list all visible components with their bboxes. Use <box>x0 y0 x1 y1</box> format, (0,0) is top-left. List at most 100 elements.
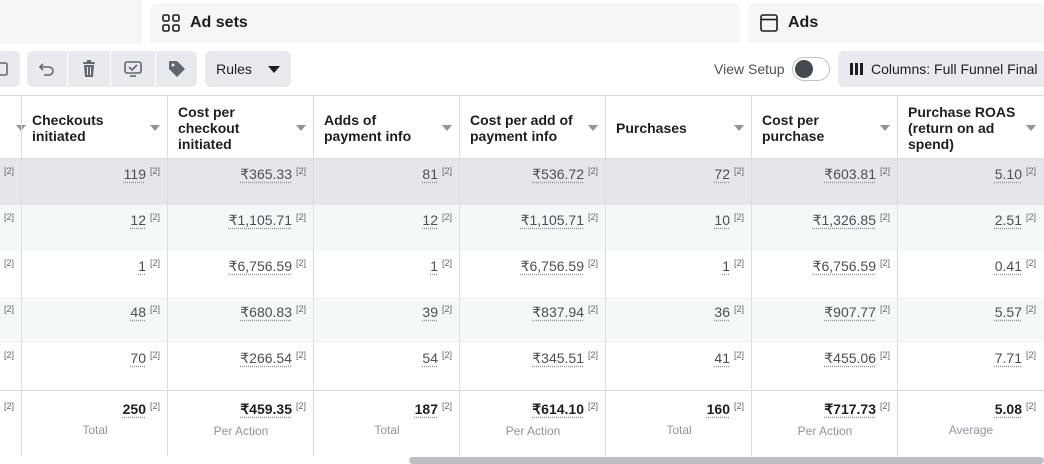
tab-campaigns[interactable] <box>0 0 142 44</box>
total-value[interactable]: 187 <box>415 401 438 417</box>
header-purchases[interactable]: Purchases <box>605 96 752 159</box>
cell-value[interactable]: ₹365.33 <box>240 166 292 182</box>
table-row[interactable]: [2] 1 [2] ₹6,756.59 [2] 1 [2] ₹6,756.59 [2] 1 [2] ₹… <box>0 251 1044 297</box>
table-row[interactable]: [2] 48 [2] ₹680.83 [2] 39 [2] ₹837.94 [2] 36 [2] ₹9… <box>0 297 1044 343</box>
cell-value[interactable]: 5.57 <box>995 304 1022 320</box>
cell-cost-checkout: ₹680.83 [2] <box>167 297 314 343</box>
cell-value[interactable]: 36 <box>714 304 730 320</box>
footnote: [2] <box>441 304 452 314</box>
cell-value[interactable]: ₹1,326.85 <box>813 212 876 228</box>
total-value[interactable]: 160 <box>707 401 730 417</box>
footnote: [2] <box>879 166 890 176</box>
cell-value[interactable]: ₹1,105.71 <box>229 212 292 228</box>
total-value[interactable]: ₹459.35 <box>240 401 292 417</box>
footnote: [2] <box>441 350 452 360</box>
cell-value[interactable]: 54 <box>422 350 438 366</box>
delete-button[interactable] <box>68 51 110 87</box>
ab-test-button[interactable] <box>111 51 155 87</box>
cell-value[interactable]: 39 <box>422 304 438 320</box>
trash-icon <box>83 60 95 77</box>
cell-value[interactable]: 12 <box>422 212 438 228</box>
cell-value[interactable]: 1 <box>138 258 146 274</box>
undo-button[interactable] <box>27 51 67 87</box>
cell-value[interactable]: 12 <box>130 212 146 228</box>
horizontal-scrollbar[interactable] <box>409 457 1044 464</box>
footnote: [2] <box>295 350 306 360</box>
cell-value[interactable]: 81 <box>422 166 438 182</box>
cell-adds-payment: 81 [2] <box>313 159 460 205</box>
footnote: [2] <box>1025 304 1036 314</box>
cell-cost-add-payment: ₹536.72 [2] <box>459 159 606 205</box>
cell-value[interactable]: 72 <box>714 166 730 182</box>
table-row[interactable]: [2] 119 [2] ₹365.33 [2] 81 [2] ₹536.72 [2] 72 [2] ₹… <box>0 159 1044 205</box>
cell-value[interactable]: 1 <box>430 258 438 274</box>
table-row[interactable]: [2] 12 [2] ₹1,105.71 [2] 12 [2] ₹1,105.71 [2] 10[… <box>0 205 1044 251</box>
cell-purchases: 36 [2] <box>605 297 752 343</box>
cell-roas: 5.10 [2] <box>897 159 1044 205</box>
header-cost-checkout[interactable]: Cost per checkout initiated <box>167 96 314 159</box>
cell-value[interactable]: 1 <box>722 258 730 274</box>
toggle-knob <box>795 60 813 78</box>
total-value[interactable]: 5.08 <box>995 401 1022 417</box>
header-cost-purchase[interactable]: Cost per purchase <box>751 96 898 159</box>
table-row[interactable]: [2] 70 [2] ₹266.54 [2] 54 [2] ₹345.51 [2] 41 [2] ₹4… <box>0 343 1044 389</box>
footnote: [2] <box>733 258 744 268</box>
cell-value[interactable]: ₹345.51 <box>532 350 584 366</box>
cell-value[interactable]: ₹536.72 <box>532 166 584 182</box>
cell-value[interactable]: 0.41 <box>995 258 1022 274</box>
cell-value[interactable]: 2.51 <box>995 212 1022 228</box>
total-cost-purchase: ₹717.73 [2] Per Action <box>751 391 898 456</box>
rules-label: Rules <box>216 61 252 77</box>
header-label: Checkouts initiated <box>32 111 104 144</box>
header-roas[interactable]: Purchase ROAS (return on ad spend) <box>897 96 1044 159</box>
cell-value[interactable]: ₹6,756.59 <box>813 258 876 274</box>
cell-value[interactable]: ₹6,756.59 <box>521 258 584 274</box>
cell-cost-purchase: ₹1,326.85 [2] <box>751 205 898 251</box>
cell-purchases: 1 [2] <box>605 251 752 297</box>
cell-value[interactable]: 10 <box>714 212 730 228</box>
total-value[interactable]: ₹717.73 <box>824 401 876 417</box>
duplicate-button[interactable] <box>0 51 20 87</box>
cell-value[interactable]: 7.71 <box>995 350 1022 366</box>
cell-cost-add-payment: ₹1,105.71 [2] <box>459 205 606 251</box>
header-label: Purchases <box>616 119 687 136</box>
total-value[interactable]: ₹614.10 <box>532 401 584 417</box>
tag-button[interactable] <box>156 51 197 87</box>
cell-value[interactable]: 119 <box>124 166 146 182</box>
tag-icon <box>168 61 185 77</box>
view-setup-toggle[interactable] <box>792 57 830 81</box>
cell-value[interactable]: ₹837.94 <box>532 304 584 320</box>
total-cost-checkout: ₹459.35 [2] Per Action <box>167 391 314 456</box>
cell-value[interactable]: ₹603.81 <box>824 166 876 182</box>
cell-value[interactable]: 48 <box>130 304 146 320</box>
footnote: [2] <box>733 212 744 222</box>
total-value[interactable]: 250 <box>123 401 146 417</box>
footnote: [2] <box>295 401 306 411</box>
cell-value[interactable]: ₹1,105.71 <box>521 212 584 228</box>
header-cost-add-payment[interactable]: Cost per add of payment info <box>459 96 606 159</box>
columns-dropdown[interactable]: Columns: Full Funnel Final <box>838 51 1044 87</box>
total-label: Per Action <box>213 424 269 438</box>
tab-ad-sets[interactable]: Ad sets <box>150 3 740 43</box>
cell-value[interactable]: ₹6,756.59 <box>229 258 292 274</box>
cell-value[interactable]: 70 <box>130 350 146 366</box>
header-checkouts[interactable]: Checkouts initiated <box>21 96 168 159</box>
cell-value[interactable]: ₹907.77 <box>824 304 876 320</box>
rules-dropdown[interactable]: Rules <box>205 51 291 87</box>
total-label: Per Action <box>797 424 853 438</box>
tab-ads[interactable]: Ads <box>748 3 1044 43</box>
cell-value[interactable]: 5.10 <box>995 166 1022 182</box>
footnote: [2] <box>295 258 306 268</box>
footnote: [2] <box>879 401 890 411</box>
cell-adds-payment: 39 [2] <box>313 297 460 343</box>
total-label: Total <box>374 423 400 437</box>
cell-value[interactable]: ₹680.83 <box>240 304 292 320</box>
level-tabs: Ad sets Ads <box>0 0 1044 44</box>
cell-value[interactable]: ₹266.54 <box>240 350 292 366</box>
header-adds-payment[interactable]: Adds of payment info <box>313 96 460 159</box>
cell-value[interactable]: ₹455.06 <box>824 350 876 366</box>
cell-value[interactable]: 41 <box>714 350 730 366</box>
duplicate-icon <box>0 62 8 76</box>
footnote: [2] <box>4 212 15 222</box>
cell-adds-payment: 12 [2] <box>313 205 460 251</box>
